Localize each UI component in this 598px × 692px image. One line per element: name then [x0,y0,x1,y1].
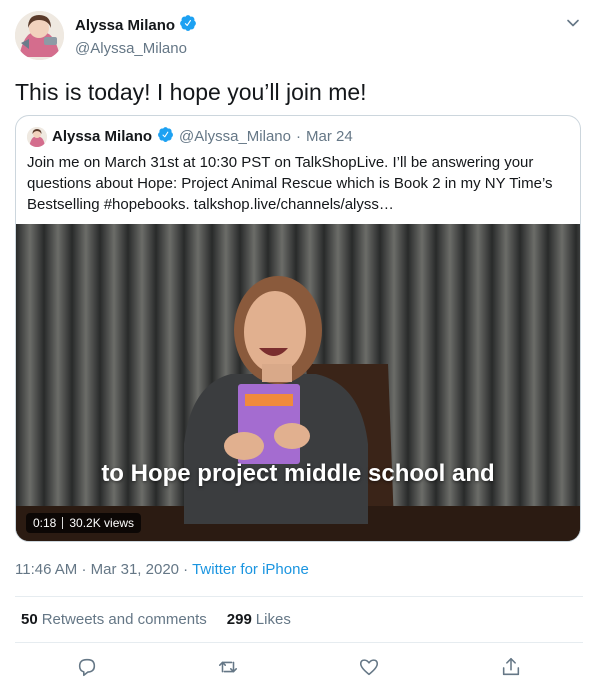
tweet-stats: 50 Retweets and comments 299 Likes [21,611,291,628]
meta-separator: · [81,561,87,578]
tweet-date[interactable]: Mar 31, 2020 [91,561,179,578]
meta-separator: · [183,561,189,578]
video-caption: to Hope project middle school and [101,460,495,487]
tweet-text: This is today! I hope you’ll join me! [15,79,367,105]
quoted-tweet-text: Join me on March 31st at 10:30 PST on Ta… [27,154,553,213]
author-name[interactable]: Alyssa Milano [75,17,175,34]
tweet-actions [0,654,598,684]
tweet-time[interactable]: 11:46 AM [15,561,77,578]
reply-icon[interactable] [76,656,98,678]
video-duration: 0:18 [33,516,57,530]
verified-badge-icon [157,126,174,147]
quoted-author-name: Alyssa Milano [52,128,153,145]
video-info-badge: 0:18 30.2K views [26,513,142,533]
retweets-label: Retweets and comments [41,611,207,628]
quoted-tweet-header: Alyssa Milano @Alyssa_Milano · Mar 24 [27,126,353,147]
like-icon[interactable] [358,656,380,678]
video-player[interactable]: to Hope project middle school and 0:18 3… [16,224,580,541]
video-frame [16,224,580,541]
tweet-meta: 11:46 AM · Mar 31, 2020 · Twitter for iP… [15,561,309,578]
divider [15,642,583,643]
chevron-down-icon[interactable] [564,14,582,32]
divider [15,596,583,597]
tweet-source-link[interactable]: Twitter for iPhone [192,561,309,578]
quoted-tweet[interactable]: Alyssa Milano @Alyssa_Milano · Mar 24 Jo… [15,115,581,542]
share-icon[interactable] [500,656,522,678]
likes-count: 299 [226,611,252,628]
author-handle[interactable]: @Alyssa_Milano [75,40,197,57]
retweets-stat[interactable]: 50 Retweets and comments [21,611,207,628]
quoted-date: Mar 24 [305,128,353,145]
retweets-count: 50 [21,611,38,628]
author-avatar[interactable] [15,11,64,60]
retweet-icon[interactable] [217,656,239,678]
quoted-author-handle: @Alyssa_Milano [179,128,291,145]
video-views: 30.2K views [69,516,135,530]
likes-stat[interactable]: 299 Likes [227,611,291,628]
quoted-author-avatar [27,126,47,147]
likes-label: Likes [255,611,291,628]
quoted-separator: · [295,128,301,145]
badge-divider [62,517,64,529]
verified-badge-icon [179,14,197,37]
author-block: Alyssa Milano @Alyssa_Milano [75,14,197,57]
